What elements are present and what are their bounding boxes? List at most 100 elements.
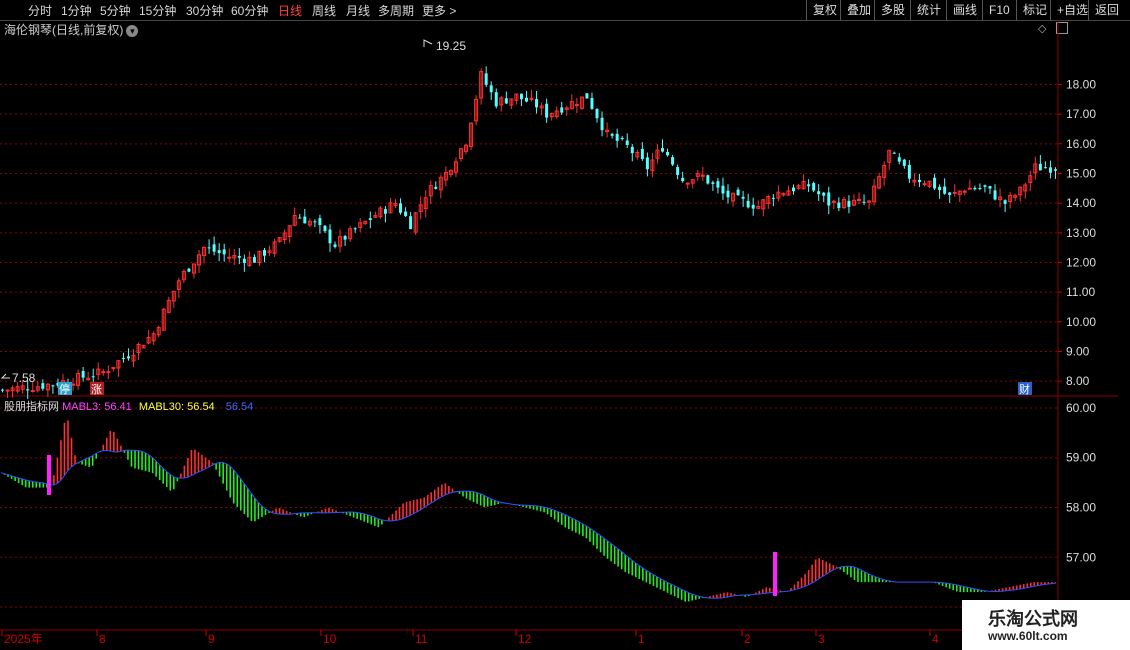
candle-body [328, 229, 332, 244]
candle-body [91, 376, 95, 378]
candle-body [574, 104, 579, 107]
low-arrow-icon [0, 373, 10, 379]
price-tick-label: 10.00 [1066, 315, 1096, 329]
candle-body [252, 257, 256, 263]
marker-label: 财 [1019, 382, 1030, 396]
x-axis-label: 8 [99, 632, 106, 646]
candle-body [948, 192, 952, 196]
candle-body [383, 209, 387, 214]
candle-body [721, 185, 725, 194]
x-axis-label: 1 [638, 632, 645, 646]
candle-body [706, 175, 710, 184]
candle-body [585, 93, 589, 99]
candle-body [353, 228, 357, 230]
candle-body [1048, 167, 1052, 173]
candle-body [751, 204, 755, 209]
watermark-url: www.60lt.com [988, 629, 1068, 643]
candle-body [111, 367, 116, 370]
x-axis-label: 2025年 [4, 632, 43, 646]
price-tick-label: 8.00 [1066, 374, 1090, 388]
candle-body [630, 146, 634, 154]
candle-body [404, 211, 408, 217]
candle-body [902, 159, 906, 166]
candle-body [952, 191, 957, 194]
candle-body [938, 186, 942, 191]
indicator-tick-label: 58.00 [1066, 500, 1096, 514]
candle-body [736, 189, 740, 196]
candle-body [711, 182, 715, 184]
candle-body [620, 137, 624, 139]
indicator-name: 股朋指标网 [4, 401, 59, 413]
price-tick-label: 14.00 [1066, 196, 1096, 210]
candle-body [962, 190, 967, 193]
watermark-title: 乐淘公式网 [988, 609, 1078, 629]
candle-body [892, 152, 896, 154]
candle-body [1053, 169, 1057, 171]
candle-body [978, 188, 982, 190]
candle-body [333, 244, 337, 248]
candle-body [368, 218, 372, 221]
candle-body [625, 140, 629, 145]
signal-bar [47, 455, 51, 495]
candle-body [831, 200, 836, 203]
candle-body [1003, 200, 1007, 204]
price-tick-label: 9.00 [1066, 345, 1090, 359]
candle-body [303, 216, 307, 224]
candle-body [524, 97, 528, 102]
candle-body [661, 148, 665, 152]
candle-body [681, 177, 685, 182]
candle-body [545, 103, 549, 118]
candle-body [595, 109, 599, 119]
candle-body [51, 385, 55, 387]
candle-body [817, 191, 821, 195]
candle-body [792, 187, 795, 192]
candle-body [217, 250, 221, 254]
candle-body [847, 200, 851, 207]
candle-body [988, 186, 992, 189]
candle-body [434, 186, 438, 189]
mabl3-label: MABL3: 56.41 [62, 401, 132, 413]
candle-body [933, 177, 937, 189]
candle-body [121, 357, 125, 359]
candle-body [504, 98, 508, 104]
mabl30-label: MABL30: 56.54 [138, 401, 215, 413]
price-tick-label: 17.00 [1066, 107, 1096, 121]
value-label: 56.54 [225, 401, 254, 413]
candle-body [489, 85, 493, 93]
candle-body [222, 249, 226, 255]
signal-bar [773, 552, 777, 596]
high-arrow-icon [423, 39, 433, 47]
candle-body [535, 99, 539, 108]
candle-body [726, 190, 730, 198]
watermark: 乐淘公式网 www.60lt.com [962, 600, 1130, 650]
candle-body [313, 221, 317, 223]
chart-canvas[interactable]: 18.0017.0016.0015.0014.0013.0012.0011.00… [0, 0, 1130, 650]
candle-body [101, 371, 106, 374]
price-tick-label: 12.00 [1066, 256, 1096, 270]
candle-body [212, 244, 216, 252]
candle-body [685, 182, 690, 185]
candle-body [666, 151, 670, 156]
candle-body [5, 389, 10, 392]
candle-body [856, 198, 861, 201]
candle-body [671, 157, 675, 165]
x-axis-label: 10 [323, 632, 337, 646]
indicator-tick-label: 59.00 [1066, 451, 1096, 465]
candle-body [807, 184, 811, 187]
price-tick-label: 18.00 [1066, 78, 1096, 92]
candle-body [343, 235, 347, 240]
candle-body [298, 217, 302, 219]
candle-body [81, 370, 85, 378]
candle-body [967, 187, 972, 190]
marker-label: 涨 [91, 383, 102, 396]
candle-body [973, 187, 977, 190]
candle-body [242, 258, 246, 264]
candle-body [907, 164, 911, 179]
candle-body [484, 73, 488, 85]
candle-body [30, 389, 35, 392]
low-price-label: 7.58 [12, 371, 36, 385]
candle-body [399, 203, 403, 213]
candle-body [676, 167, 680, 175]
marker-label: 停 [59, 382, 70, 396]
x-axis-label: 2 [744, 632, 751, 646]
